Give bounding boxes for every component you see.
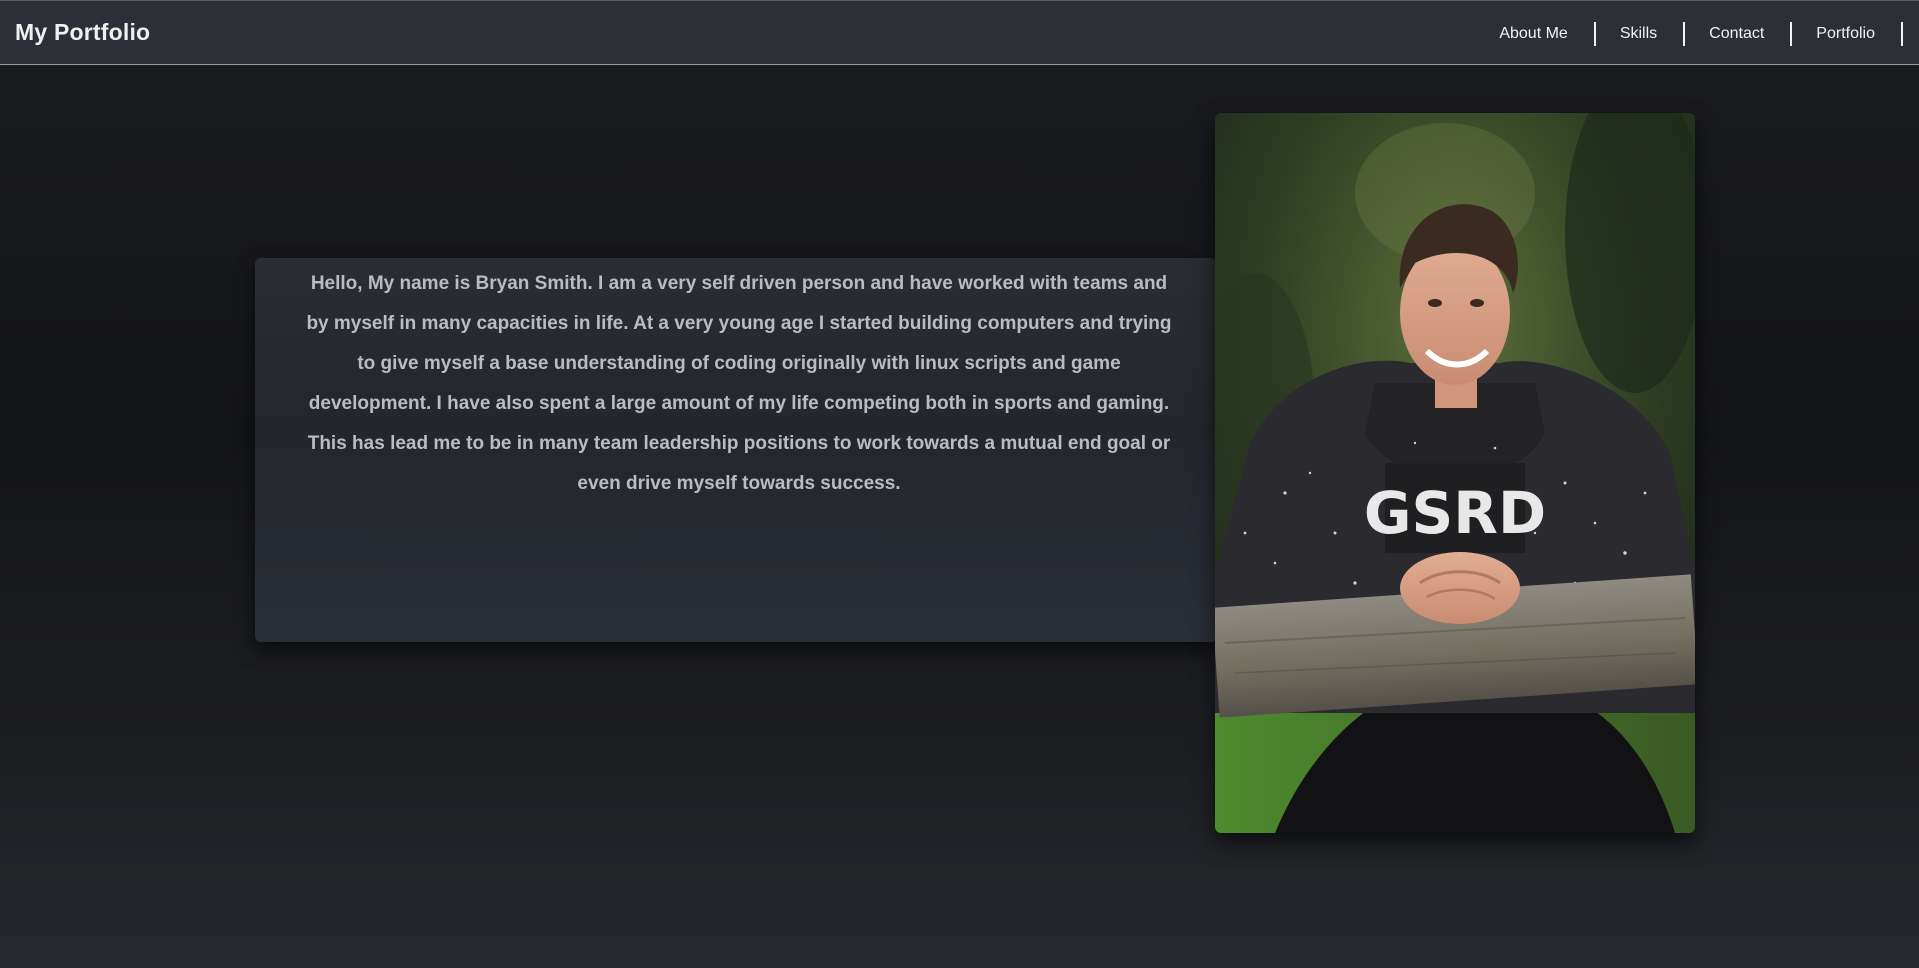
about-card: Hello, My name is Bryan Smith. I am a ve… (255, 258, 1217, 642)
nav-skills[interactable]: Skills (1596, 22, 1686, 46)
nav-contact[interactable]: Contact (1685, 22, 1793, 46)
shirt-text: GSRD (1364, 479, 1546, 547)
nav-portfolio[interactable]: Portfolio (1792, 22, 1903, 46)
top-navbar: My Portfolio About Me Skills Contact Por… (0, 0, 1919, 65)
profile-photo: GSRD (1215, 113, 1695, 833)
nav-about-me[interactable]: About Me (1499, 22, 1596, 46)
about-text: Hello, My name is Bryan Smith. I am a ve… (306, 273, 1172, 494)
site-brand[interactable]: My Portfolio (15, 19, 150, 46)
nav-menu: About Me Skills Contact Portfolio (1499, 21, 1903, 47)
